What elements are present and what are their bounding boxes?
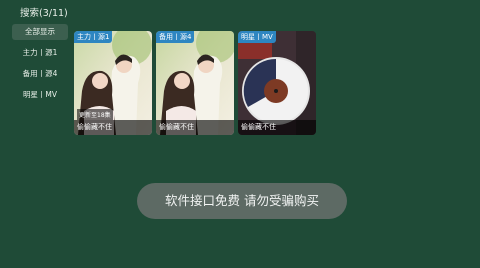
result-title: 偷偷藏不住	[74, 120, 152, 135]
result-card[interactable]: 备用丨源4 偷偷藏不住	[156, 31, 234, 135]
sidebar-item-main-source[interactable]: 主力丨源1	[12, 45, 68, 61]
page-title: 搜索(3/11)	[20, 8, 68, 19]
source-filter-sidebar: 全部显示 主力丨源1 备用丨源4 明星丨MV	[12, 24, 68, 108]
result-card[interactable]: 主力丨源1 更新至18集 偷偷藏不住	[74, 31, 152, 135]
result-card[interactable]: 明星丨MV 偷偷藏不住	[238, 31, 316, 135]
toast-message: 软件接口免费 请勿受骗购买	[137, 183, 347, 219]
result-title: 偷偷藏不住	[156, 120, 234, 135]
sidebar-item-star-mv[interactable]: 明星丨MV	[12, 87, 68, 103]
sidebar-item-all[interactable]: 全部显示	[12, 24, 68, 40]
update-status: 更新至18集	[77, 109, 113, 120]
source-badge: 明星丨MV	[238, 31, 276, 43]
result-title: 偷偷藏不住	[238, 120, 316, 135]
sidebar-item-backup-source[interactable]: 备用丨源4	[12, 66, 68, 82]
source-badge: 主力丨源1	[74, 31, 113, 43]
source-badge: 备用丨源4	[156, 31, 195, 43]
